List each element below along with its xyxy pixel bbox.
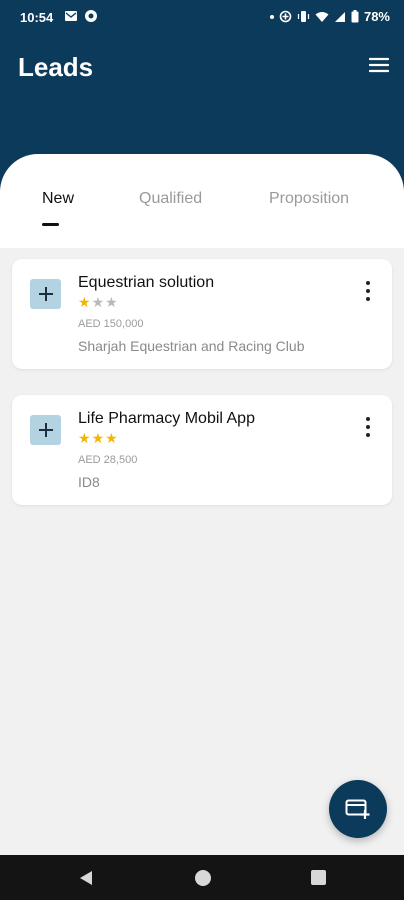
star-empty-icon: ★	[91, 294, 106, 310]
lead-amount: AED 28,500	[78, 454, 138, 466]
add-lead-fab[interactable]	[329, 780, 387, 838]
lead-title: Life Pharmacy Mobil App	[78, 410, 255, 427]
battery-percent: 78%	[363, 9, 390, 24]
tab-proposition[interactable]: Proposition	[269, 190, 349, 208]
vibrate-icon	[297, 11, 310, 22]
more-options-button[interactable]	[354, 417, 382, 437]
home-icon[interactable]	[195, 870, 211, 886]
add-card-icon	[345, 799, 370, 819]
star-filled-icon: ★	[78, 294, 92, 310]
more-vertical-icon	[366, 417, 370, 421]
status-bar: 10:54 78%	[0, 0, 404, 36]
lead-title: Equestrian solution	[78, 274, 215, 291]
active-tab-indicator	[42, 223, 59, 226]
data-saver-icon	[279, 10, 292, 23]
lead-card[interactable]: Equestrian solution ★★★ AED 150,000 Shar…	[12, 259, 392, 369]
star-filled-icon: ★	[78, 430, 92, 446]
app-notification-icon	[85, 10, 97, 22]
lead-company: ID8	[78, 474, 100, 490]
wifi-icon	[315, 11, 329, 22]
lead-card[interactable]: Life Pharmacy Mobil App ★★★ AED 28,500 I…	[12, 395, 392, 505]
status-time: 10:54	[20, 10, 54, 25]
more-options-button[interactable]	[354, 281, 382, 301]
star-filled-icon: ★	[91, 430, 106, 446]
tab-qualified[interactable]: Qualified	[139, 190, 202, 208]
dot-icon	[269, 14, 274, 19]
hamburger-menu-icon	[369, 57, 389, 73]
plus-icon	[30, 415, 61, 445]
plus-icon	[30, 279, 61, 309]
signal-icon	[334, 11, 345, 22]
lead-rating: ★★★	[78, 430, 119, 447]
mail-notification-icon	[65, 11, 77, 21]
more-vertical-icon	[366, 281, 370, 285]
star-filled-icon: ★	[105, 430, 119, 446]
tabs-container: New Qualified Proposition	[0, 154, 404, 248]
lead-rating: ★★★	[78, 294, 119, 311]
back-icon[interactable]	[78, 870, 94, 886]
status-system-icons: 78%	[269, 9, 390, 24]
page-title: Leads	[18, 52, 94, 82]
tab-new[interactable]: New	[42, 190, 74, 208]
system-navigation-bar	[0, 855, 404, 900]
status-notification-icons	[64, 9, 98, 23]
battery-icon	[351, 10, 359, 23]
recents-icon[interactable]	[311, 870, 326, 885]
menu-button[interactable]	[366, 52, 392, 78]
lead-amount: AED 150,000	[78, 318, 144, 330]
lead-company: Sharjah Equestrian and Racing Club	[78, 338, 305, 354]
star-empty-icon: ★	[105, 294, 119, 310]
